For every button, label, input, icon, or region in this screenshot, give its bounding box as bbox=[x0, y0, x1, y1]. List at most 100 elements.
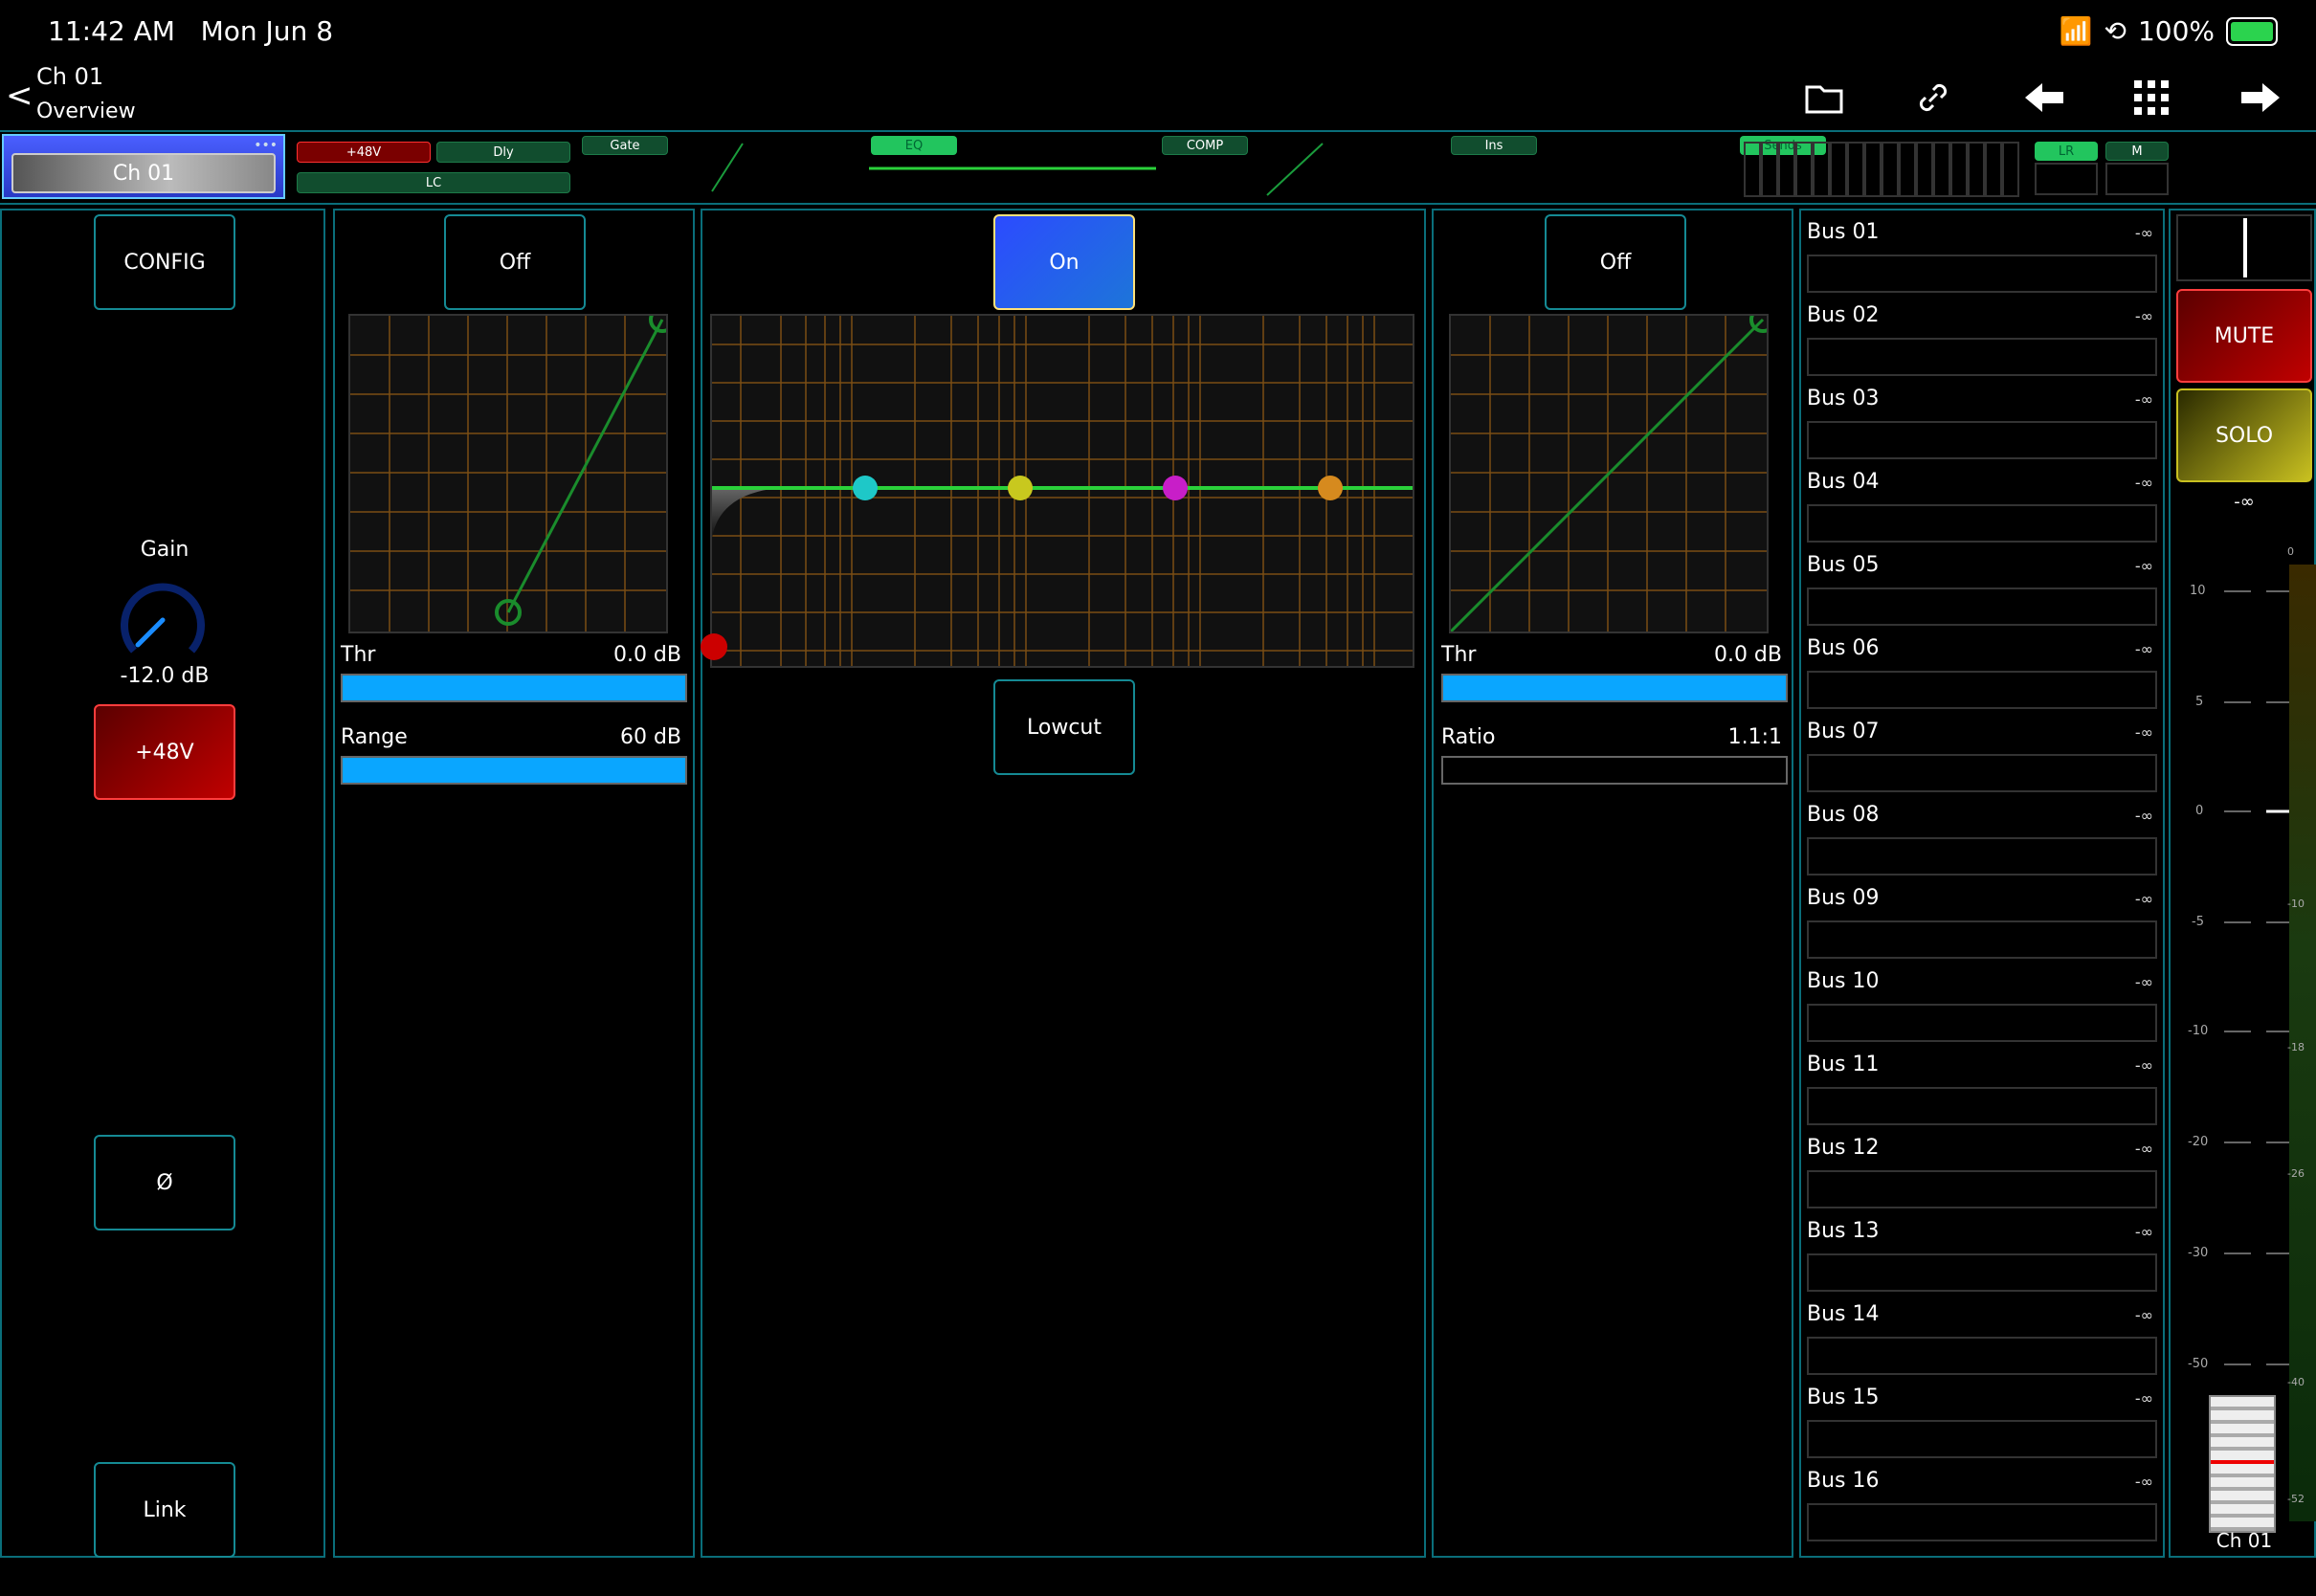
config-button[interactable]: CONFIG bbox=[94, 214, 235, 310]
pan-control[interactable] bbox=[2176, 214, 2312, 281]
fader-scale: 10 5 0 -5 -10 -20 -30 -50 0 -10 -18 -26 … bbox=[2171, 517, 2316, 1531]
eq-panel: On Lowcut bbox=[701, 209, 1426, 1558]
bus-send-item[interactable]: Bus 14 -∞ bbox=[1807, 1302, 2157, 1385]
bus-send-item[interactable]: Bus 11 -∞ bbox=[1807, 1053, 2157, 1136]
fader-cap-line bbox=[2211, 1460, 2274, 1464]
status-time: 11:42 AM Mon Jun 8 bbox=[48, 15, 334, 47]
fader-level: -∞ bbox=[2234, 492, 2255, 512]
link-icon[interactable] bbox=[1910, 75, 1956, 121]
bus-send-slider[interactable] bbox=[1807, 671, 2157, 709]
mute-button[interactable]: MUTE bbox=[2176, 289, 2312, 383]
eq-band-3-handle bbox=[1163, 476, 1188, 500]
comp-toggle-button[interactable]: Off bbox=[1545, 214, 1686, 310]
bus-send-item[interactable]: Bus 01 -∞ bbox=[1807, 220, 2157, 303]
strip-lowcut[interactable]: LC bbox=[297, 172, 570, 193]
comp-ratio-slider[interactable] bbox=[1441, 756, 1788, 785]
eq-curve bbox=[712, 316, 1413, 666]
phantom-button[interactable]: +48V bbox=[94, 704, 235, 800]
gate-panel: Off Thr 0.0 dB Range 60 dB bbox=[333, 209, 695, 1558]
bus-send-item[interactable]: Bus 05 -∞ bbox=[1807, 553, 2157, 636]
strip-delay[interactable]: Dly bbox=[436, 142, 570, 163]
bus-send-slider[interactable] bbox=[1807, 1503, 2157, 1541]
gate-toggle-button[interactable]: Off bbox=[444, 214, 586, 310]
bus-list: Bus 01 -∞ Bus 02 -∞ Bus 03 -∞ Bus 04 -∞ Bus … bbox=[1807, 220, 2157, 1552]
gain-knob[interactable] bbox=[117, 574, 209, 666]
strip-lr[interactable]: LR bbox=[2035, 142, 2098, 161]
link-button[interactable]: Link bbox=[94, 1462, 235, 1558]
gate-curve bbox=[350, 316, 666, 632]
fader-channel-label: Ch 01 bbox=[2216, 1529, 2273, 1552]
grid-icon[interactable] bbox=[2128, 75, 2174, 121]
comp-graph bbox=[1449, 314, 1769, 633]
bus-send-slider[interactable] bbox=[1807, 1004, 2157, 1042]
bus-send-slider[interactable] bbox=[1807, 1420, 2157, 1458]
config-panel: CONFIG Gain -12.0 dB +48V Ø Link bbox=[0, 209, 325, 1558]
eq-graph bbox=[710, 314, 1414, 668]
page-title: Ch 01 bbox=[36, 63, 104, 90]
bus-sends-panel: Bus 01 -∞ Bus 02 -∞ Bus 03 -∞ Bus 04 -∞ Bus … bbox=[1799, 209, 2165, 1558]
gate-range-slider[interactable] bbox=[341, 756, 687, 785]
strip-ins[interactable]: Ins bbox=[1451, 136, 1537, 155]
bus-send-item[interactable]: Bus 10 -∞ bbox=[1807, 969, 2157, 1053]
bus-send-slider[interactable] bbox=[1807, 754, 2157, 792]
bus-send-slider[interactable] bbox=[1807, 920, 2157, 959]
battery-icon bbox=[2226, 16, 2278, 46]
bus-send-item[interactable]: Bus 06 -∞ bbox=[1807, 636, 2157, 720]
bus-send-item[interactable]: Bus 03 -∞ bbox=[1807, 387, 2157, 470]
back-icon[interactable]: < bbox=[6, 77, 33, 115]
bus-send-slider[interactable] bbox=[1807, 1253, 2157, 1292]
bus-send-slider[interactable] bbox=[1807, 421, 2157, 459]
lowcut-handle[interactable] bbox=[699, 632, 729, 662]
strip-send-meters bbox=[1744, 142, 2023, 197]
channel-name: Ch 01 bbox=[11, 153, 276, 193]
bus-send-item[interactable]: Bus 02 -∞ bbox=[1807, 303, 2157, 387]
bus-send-slider[interactable] bbox=[1807, 587, 2157, 626]
strip-m[interactable]: M bbox=[2105, 142, 2169, 161]
arrow-right-icon[interactable] bbox=[2238, 75, 2283, 121]
comp-thr-slider[interactable] bbox=[1441, 674, 1788, 702]
comp-thr-value: 0.0 dB bbox=[1713, 643, 1782, 667]
pan-indicator bbox=[2243, 218, 2247, 277]
bus-send-item[interactable]: Bus 07 -∞ bbox=[1807, 720, 2157, 803]
bus-send-slider[interactable] bbox=[1807, 1087, 2157, 1125]
strip-lr-meter bbox=[2035, 163, 2098, 195]
bus-send-slider[interactable] bbox=[1807, 255, 2157, 293]
bus-send-item[interactable]: Bus 09 -∞ bbox=[1807, 886, 2157, 969]
eq-toggle-button[interactable]: On bbox=[993, 214, 1135, 310]
bus-send-item[interactable]: Bus 16 -∞ bbox=[1807, 1469, 2157, 1552]
phase-invert-button[interactable]: Ø bbox=[94, 1135, 235, 1230]
folder-icon[interactable] bbox=[1801, 75, 1847, 121]
strip-gate[interactable]: Gate bbox=[582, 136, 668, 155]
bus-send-item[interactable]: Bus 08 -∞ bbox=[1807, 803, 2157, 886]
bus-send-item[interactable]: Bus 12 -∞ bbox=[1807, 1136, 2157, 1219]
strip-eq[interactable]: EQ bbox=[871, 136, 957, 155]
solo-button[interactable]: SOLO bbox=[2176, 388, 2312, 482]
comp-curve bbox=[1451, 316, 1767, 632]
strip-comp[interactable]: COMP bbox=[1162, 136, 1248, 155]
bus-send-slider[interactable] bbox=[1807, 1170, 2157, 1208]
lowcut-button[interactable]: Lowcut bbox=[993, 679, 1135, 775]
bus-send-item[interactable]: Bus 15 -∞ bbox=[1807, 1385, 2157, 1469]
gate-thr-slider[interactable] bbox=[341, 674, 687, 702]
comp-panel: Off Thr 0.0 dB Ratio 1.1:1 bbox=[1432, 209, 1793, 1558]
bus-send-item[interactable]: Bus 04 -∞ bbox=[1807, 470, 2157, 553]
gain-value: -12.0 dB bbox=[120, 664, 210, 688]
arrow-left-icon[interactable] bbox=[2021, 75, 2067, 121]
channel-selector[interactable]: ••• Ch 01 bbox=[2, 134, 285, 199]
rotation-lock-icon: ⟲ bbox=[2104, 15, 2127, 47]
gate-thr-label: Thr bbox=[341, 643, 376, 667]
bus-send-slider[interactable] bbox=[1807, 504, 2157, 543]
strip-phantom[interactable]: +48V bbox=[297, 142, 431, 163]
status-bar: 11:42 AM Mon Jun 8 📶 ⟲ 100% bbox=[0, 0, 2316, 59]
bus-send-item[interactable]: Bus 13 -∞ bbox=[1807, 1219, 2157, 1302]
bus-send-slider[interactable] bbox=[1807, 837, 2157, 876]
strip-gate-curve bbox=[711, 143, 744, 192]
bus-send-slider[interactable] bbox=[1807, 338, 2157, 376]
bus-send-slider[interactable] bbox=[1807, 1337, 2157, 1375]
more-dots-icon: ••• bbox=[254, 138, 278, 153]
comp-thr-label: Thr bbox=[1441, 643, 1477, 667]
fader-cap[interactable] bbox=[2209, 1395, 2276, 1533]
gate-graph bbox=[348, 314, 668, 633]
status-indicators: 📶 ⟲ 100% bbox=[2060, 15, 2278, 47]
eq-band-1-handle bbox=[853, 476, 878, 500]
